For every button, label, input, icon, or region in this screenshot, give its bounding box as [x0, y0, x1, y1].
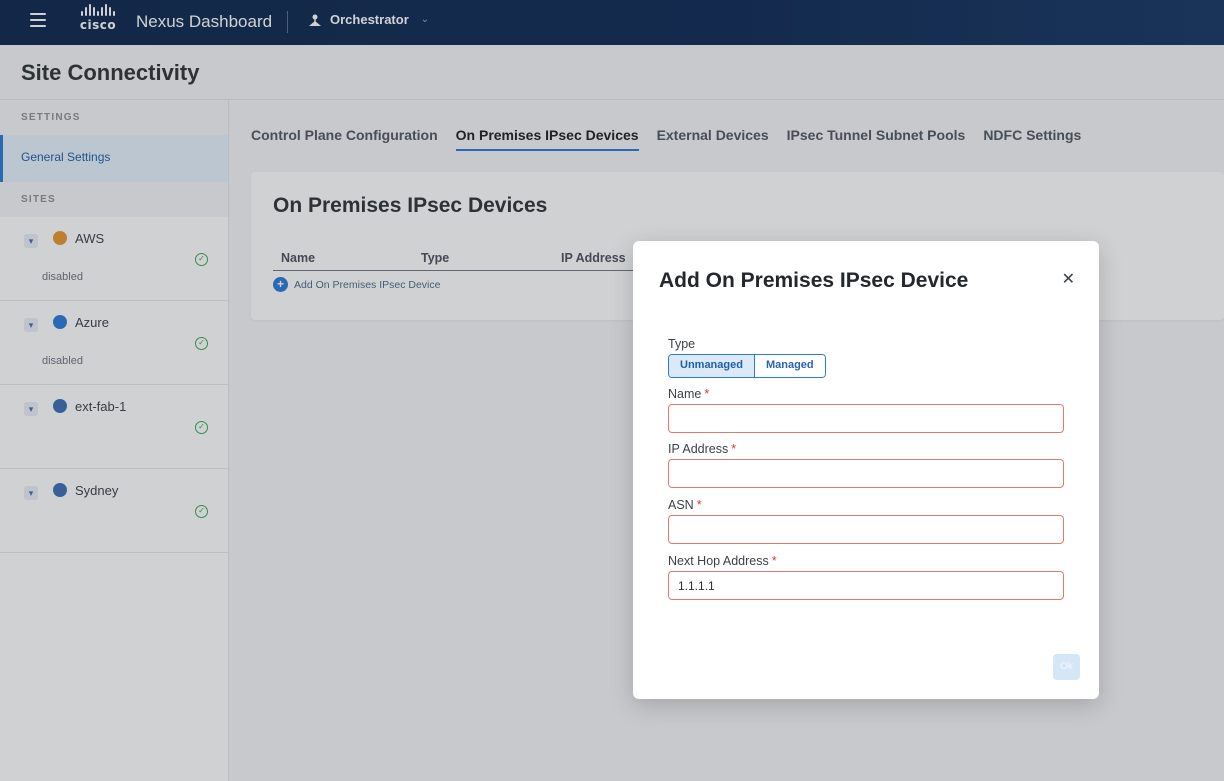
type-toggle: Unmanaged Managed — [668, 354, 826, 378]
required-asterisk: * — [771, 554, 777, 568]
ip-address-label: IP Address * — [668, 442, 736, 456]
asn-label: ASN * — [668, 498, 702, 512]
type-label: Type — [668, 337, 696, 351]
next-hop-address-field[interactable] — [668, 571, 1064, 600]
required-asterisk: * — [731, 442, 737, 456]
required-asterisk: * — [696, 498, 702, 512]
close-icon[interactable]: ✕ — [1062, 272, 1075, 288]
ok-button[interactable]: Ok — [1053, 654, 1080, 680]
required-asterisk: * — [704, 387, 710, 401]
name-label-text: Name — [668, 387, 702, 401]
asn-label-text: ASN — [668, 498, 694, 512]
next-hop-address-label: Next Hop Address * — [668, 554, 777, 568]
asn-field[interactable] — [668, 515, 1064, 544]
name-label: Name * — [668, 387, 709, 401]
ip-address-field[interactable] — [668, 459, 1064, 488]
add-ipsec-device-modal: Add On Premises IPsec Device ✕ Type Unma… — [633, 241, 1099, 699]
name-field[interactable] — [668, 404, 1064, 433]
type-managed-button[interactable]: Managed — [754, 355, 825, 377]
next-hop-address-label-text: Next Hop Address — [668, 554, 769, 568]
modal-title: Add On Premises IPsec Device — [659, 269, 969, 292]
ip-address-label-text: IP Address — [668, 442, 729, 456]
type-unmanaged-button[interactable]: Unmanaged — [669, 355, 755, 377]
